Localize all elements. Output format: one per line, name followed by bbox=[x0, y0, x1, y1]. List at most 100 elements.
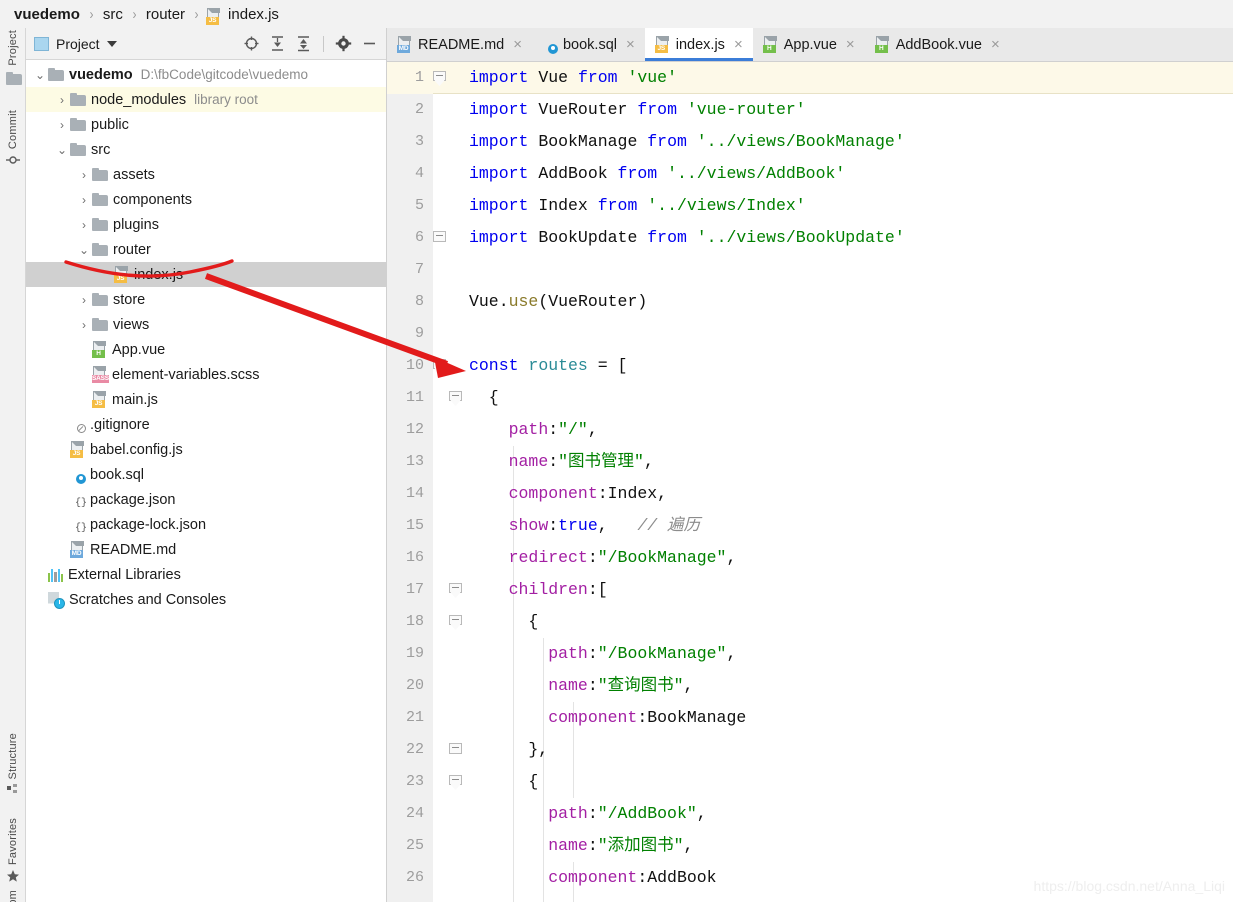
code-token: : bbox=[587, 548, 598, 567]
tree-item-router[interactable]: ⌄ router bbox=[26, 237, 386, 262]
tree-item-assets[interactable]: › assets bbox=[26, 162, 386, 187]
tree-item-external-libraries[interactable]: External Libraries bbox=[26, 562, 386, 587]
tree-item-package-lock-json[interactable]: {} package-lock.json bbox=[26, 512, 386, 537]
tree-item-public[interactable]: › public bbox=[26, 112, 386, 137]
editor-tab-label: index.js bbox=[675, 36, 725, 53]
tool-window-npm[interactable]: npm bbox=[0, 890, 26, 902]
tree-item-label: babel.config.js bbox=[90, 441, 183, 458]
commit-icon bbox=[6, 153, 20, 167]
tree-item-scratches-and-consoles[interactable]: Scratches and Consoles bbox=[26, 587, 386, 612]
editor-tab-app-vue[interactable]: H App.vue × bbox=[753, 28, 865, 61]
tree-item-node-modules[interactable]: › node_modules library root bbox=[26, 87, 386, 112]
breadcrumb-item-src[interactable]: src › bbox=[101, 6, 144, 23]
code-token: { bbox=[469, 772, 539, 791]
tree-item-main-js[interactable]: JS main.js bbox=[26, 387, 386, 412]
code-token: "/" bbox=[558, 420, 588, 439]
tool-window-commit[interactable]: Commit bbox=[0, 110, 26, 167]
code-line: path:"/", bbox=[469, 414, 1233, 446]
tree-item-label: index.js bbox=[134, 266, 184, 283]
tree-item-package-json[interactable]: {} package.json bbox=[26, 487, 386, 512]
tree-twisty-icon[interactable]: › bbox=[54, 93, 70, 107]
tree-item-plugins[interactable]: › plugins bbox=[26, 212, 386, 237]
tool-window-project[interactable]: Project bbox=[0, 30, 26, 85]
collapse-all-icon[interactable] bbox=[295, 35, 312, 52]
close-icon[interactable]: × bbox=[626, 36, 635, 53]
line-number: 6 bbox=[414, 229, 424, 246]
close-icon[interactable]: × bbox=[734, 36, 743, 53]
breadcrumb-item-project[interactable]: vuedemo › bbox=[12, 6, 101, 23]
breadcrumb-separator-icon: › bbox=[194, 5, 199, 23]
locate-target-icon[interactable] bbox=[243, 35, 260, 52]
tree-item-vuedemo[interactable]: ⌄ vuedemo D:\fbCode\gitcode\vuedemo bbox=[26, 62, 386, 87]
minimize-icon[interactable] bbox=[361, 35, 378, 52]
tool-window-favorites[interactable]: Favorites bbox=[0, 818, 26, 883]
editor-tab-readme-md[interactable]: MD README.md × bbox=[387, 28, 532, 61]
breadcrumb-item-router[interactable]: router › bbox=[144, 6, 206, 23]
editor-tab-addbook-vue[interactable]: H AddBook.vue × bbox=[865, 28, 1010, 61]
fold-marker-icon[interactable] bbox=[433, 231, 446, 246]
close-icon[interactable]: × bbox=[846, 36, 855, 53]
code-line: path:"/BookManage", bbox=[469, 638, 1233, 670]
fold-marker-icon[interactable] bbox=[433, 71, 446, 86]
tree-item-index-js[interactable]: JS index.js bbox=[26, 262, 386, 287]
expand-all-icon[interactable] bbox=[269, 35, 286, 52]
tree-twisty-icon[interactable]: › bbox=[76, 293, 92, 307]
tree-item-element-variables-scss[interactable]: SASS element-variables.scss bbox=[26, 362, 386, 387]
tree-twisty-icon[interactable]: ⌄ bbox=[76, 243, 92, 257]
tree-twisty-icon[interactable]: › bbox=[76, 218, 92, 232]
fold-marker-icon[interactable] bbox=[449, 583, 462, 598]
tree-item-gitignore[interactable]: .gitignore bbox=[26, 412, 386, 437]
chevron-down-icon[interactable] bbox=[106, 40, 117, 47]
tree-item-readme-md[interactable]: MD README.md bbox=[26, 537, 386, 562]
tree-item-label: book.sql bbox=[90, 466, 145, 483]
gear-icon[interactable] bbox=[335, 35, 352, 52]
vue-file-icon: H bbox=[762, 36, 778, 53]
tree-twisty-icon[interactable]: › bbox=[54, 118, 70, 132]
tree-item-app-vue[interactable]: H App.vue bbox=[26, 337, 386, 362]
tree-item-babel-config-js[interactable]: JS babel.config.js bbox=[26, 437, 386, 462]
project-file-tree[interactable]: ⌄ vuedemo D:\fbCode\gitcode\vuedemo › node_m… bbox=[26, 60, 386, 612]
fold-marker-icon[interactable] bbox=[449, 615, 462, 630]
tree-twisty-icon[interactable]: ⌄ bbox=[54, 143, 70, 157]
code-viewport[interactable]: 1 2 3 4 5 6 7 8 9 10 11 12 13 14 15 16 17 18 19 20 21 22 23 24 2… bbox=[387, 62, 1233, 902]
close-icon[interactable]: × bbox=[513, 36, 522, 53]
tree-item-src[interactable]: ⌄ src bbox=[26, 137, 386, 162]
tree-twisty-icon[interactable]: › bbox=[76, 193, 92, 207]
sass-file-icon: SASS bbox=[92, 366, 109, 383]
editor-tab-index-js[interactable]: JS index.js × bbox=[644, 28, 753, 61]
code-token: import bbox=[469, 196, 529, 215]
tree-twisty-icon[interactable]: › bbox=[76, 168, 92, 182]
close-icon[interactable]: × bbox=[991, 36, 1000, 53]
code-token: Vue bbox=[538, 68, 569, 87]
editor-tab-book-sql[interactable]: book.sql × bbox=[532, 28, 645, 61]
tree-item-book-sql[interactable]: book.sql bbox=[26, 462, 386, 487]
breadcrumb-item-file[interactable]: JS index.js bbox=[206, 6, 281, 25]
tool-window-structure[interactable]: Structure bbox=[0, 733, 26, 797]
tree-twisty-icon[interactable]: › bbox=[76, 318, 92, 332]
editor-tab-bar[interactable]: MD README.md × book.sql × JS index.js × H App.vue… bbox=[387, 28, 1233, 62]
code-line: component:BookManage bbox=[469, 702, 1233, 734]
code-token: component bbox=[548, 708, 638, 727]
tree-twisty-icon[interactable]: ⌄ bbox=[32, 68, 48, 82]
breadcrumb-separator-icon: › bbox=[132, 5, 137, 23]
breadcrumb: vuedemo › src › router › JS index.js bbox=[0, 0, 1233, 28]
code-token: 'vue-router' bbox=[686, 100, 806, 119]
fold-marker-icon[interactable] bbox=[433, 359, 446, 374]
line-number: 17 bbox=[405, 581, 424, 598]
tree-item-components[interactable]: › components bbox=[26, 187, 386, 212]
fold-marker-icon[interactable] bbox=[449, 775, 462, 790]
tree-item-views[interactable]: › views bbox=[26, 312, 386, 337]
line-number: 20 bbox=[405, 677, 424, 694]
code-folding-column[interactable] bbox=[433, 62, 469, 902]
code-token: = [ bbox=[587, 356, 628, 375]
fold-marker-icon[interactable] bbox=[449, 391, 462, 406]
fold-marker-icon[interactable] bbox=[449, 743, 462, 758]
tree-item-store[interactable]: › store bbox=[26, 287, 386, 312]
source-code[interactable]: import Vue from 'vue' import VueRouter fr… bbox=[469, 62, 1233, 902]
